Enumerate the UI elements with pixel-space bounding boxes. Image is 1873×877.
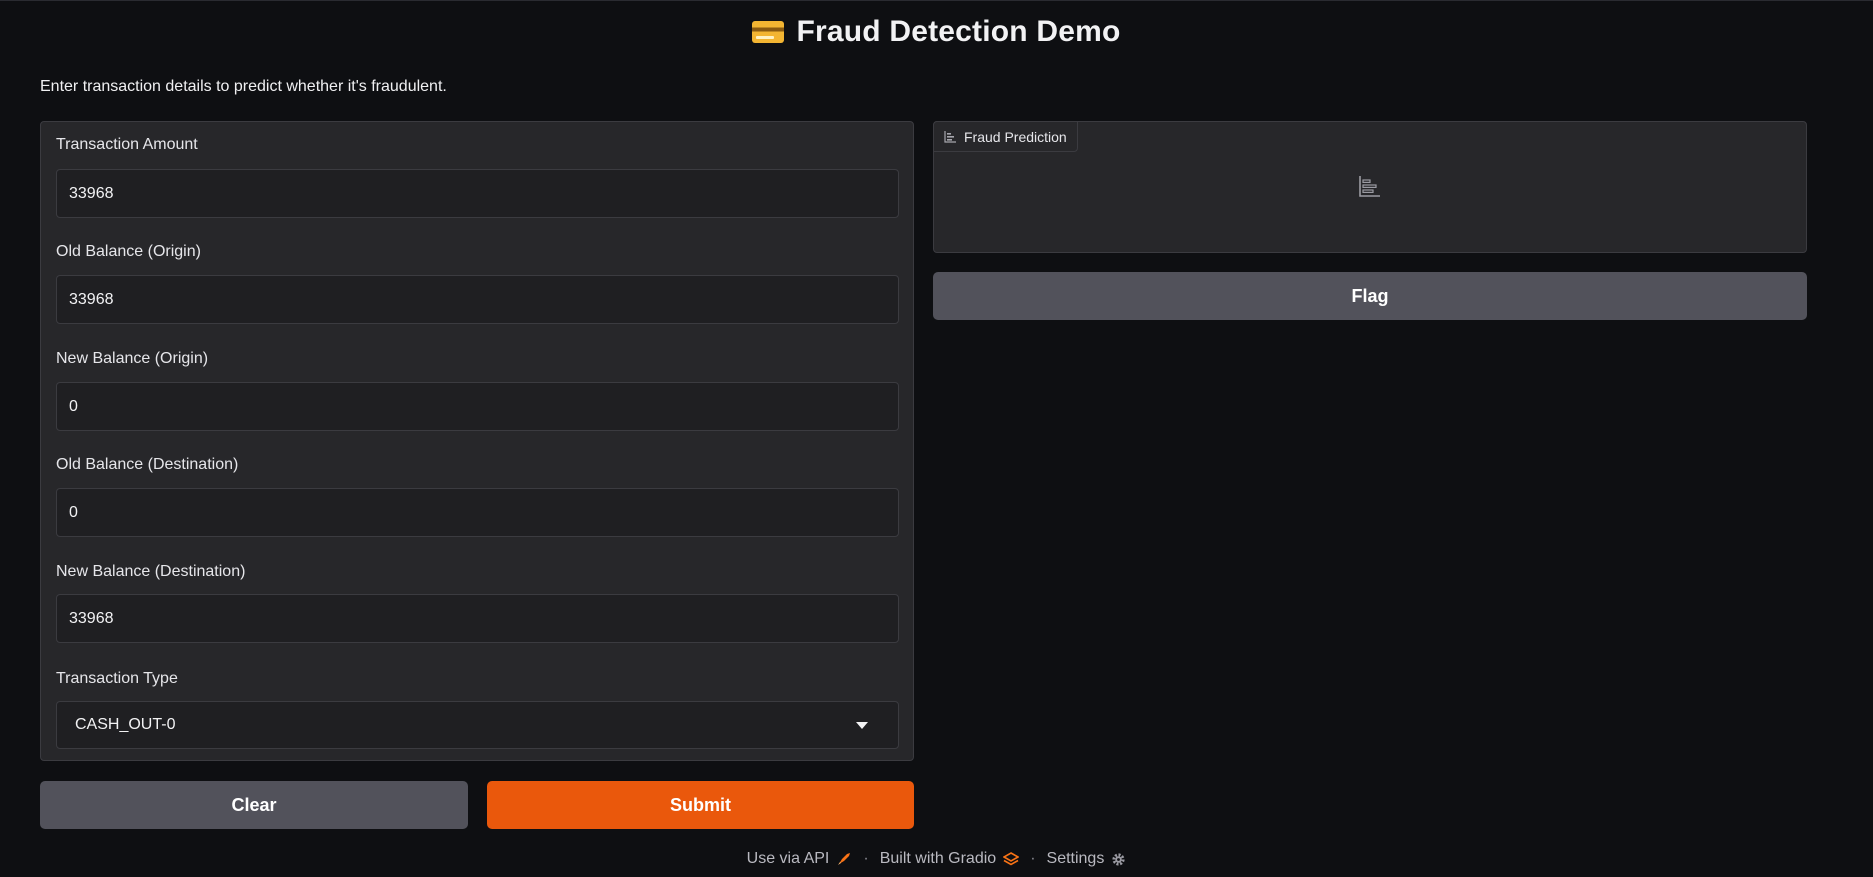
use-via-api-label: Use via API: [746, 850, 830, 867]
old-balance-origin-label: Old Balance (Origin): [56, 243, 201, 260]
built-with-gradio-link[interactable]: Built with Gradio: [880, 850, 1020, 868]
chevron-down-icon[interactable]: [856, 721, 868, 729]
page-description: Enter transaction details to predict whe…: [40, 78, 447, 95]
built-with-gradio-label: Built with Gradio: [879, 850, 997, 867]
old-balance-origin-input[interactable]: [56, 275, 899, 324]
new-balance-origin-input[interactable]: [56, 382, 899, 431]
gradio-logo-icon: [1003, 852, 1020, 866]
footer-separator: ·: [1030, 850, 1036, 867]
clear-button[interactable]: Clear: [40, 781, 468, 829]
credit-card-icon: [752, 21, 785, 43]
page-title: Fraud Detection Demo: [796, 15, 1121, 48]
transaction-amount-label: Transaction Amount: [56, 136, 198, 153]
old-balance-destination-input[interactable]: [56, 488, 899, 537]
submit-button[interactable]: Submit: [487, 781, 914, 829]
bar-chart-icon: [944, 130, 956, 143]
input-panel: Transaction Amount Old Balance (Origin) …: [40, 121, 914, 761]
transaction-amount-input[interactable]: [56, 169, 899, 218]
gradio-app: Fraud Detection Demo Enter transaction d…: [0, 0, 1873, 877]
use-via-api-link[interactable]: Use via API: [747, 850, 853, 868]
settings-label: Settings: [1046, 850, 1105, 867]
new-balance-destination-input[interactable]: [56, 594, 899, 643]
fraud-prediction-output: Fraud Prediction: [933, 121, 1807, 253]
rocket-icon: [838, 853, 851, 865]
gear-icon: [1112, 852, 1125, 866]
transaction-type-label: Transaction Type: [56, 670, 178, 687]
settings-link[interactable]: Settings: [1047, 850, 1127, 868]
output-label: Fraud Prediction: [964, 128, 1067, 145]
transaction-type-dropdown[interactable]: CASH_OUT-0: [56, 701, 899, 749]
new-balance-origin-label: New Balance (Origin): [56, 350, 209, 367]
flag-button[interactable]: Flag: [933, 272, 1807, 320]
new-balance-destination-label: New Balance (Destination): [56, 563, 246, 580]
old-balance-destination-label: Old Balance (Destination): [56, 456, 239, 473]
footer: Use via API · Built with Gradio · Settin…: [0, 850, 1873, 868]
footer-separator: ·: [863, 850, 869, 867]
transaction-type-value: CASH_OUT-0: [75, 716, 176, 733]
output-label-tab: Fraud Prediction: [933, 121, 1078, 152]
empty-chart-icon: [1359, 176, 1380, 197]
header: Fraud Detection Demo: [0, 15, 1873, 49]
